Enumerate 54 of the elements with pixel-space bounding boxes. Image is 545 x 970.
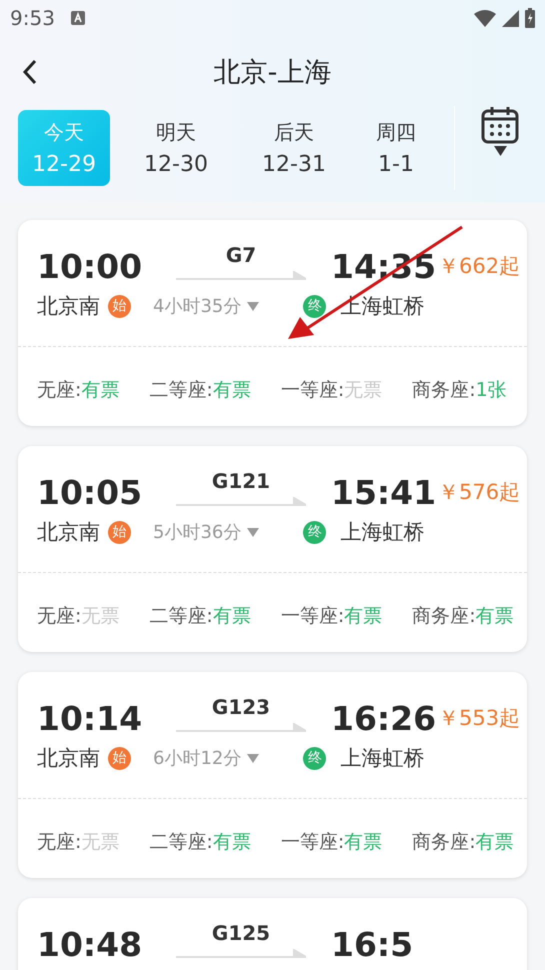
dropdown-icon[interactable] xyxy=(247,528,260,536)
battery-icon xyxy=(525,8,535,28)
signal-icon xyxy=(502,10,519,26)
date-tab[interactable]: 明天 12-30 xyxy=(130,110,222,186)
end-badge: 终 xyxy=(303,294,326,318)
departure-station: 北京南 xyxy=(37,293,100,320)
arrival-station: 上海虹桥 xyxy=(340,519,424,546)
end-badge: 终 xyxy=(303,520,326,544)
price: ￥576起 xyxy=(438,479,520,506)
date-tab[interactable]: 周四 1-1 xyxy=(366,110,426,186)
dropdown-icon[interactable] xyxy=(247,754,260,762)
train-card[interactable]: 10:48 G125 16:5 xyxy=(18,898,527,970)
dropdown-icon xyxy=(494,146,506,156)
departure-time: 10:14 xyxy=(37,698,144,738)
status-time: 9:53 xyxy=(10,6,55,30)
route-arrow-icon xyxy=(176,497,306,507)
departure-station: 北京南 xyxy=(37,745,100,772)
start-badge: 始 xyxy=(108,294,131,318)
back-icon[interactable] xyxy=(22,59,38,85)
dropdown-icon[interactable] xyxy=(247,302,260,310)
departure-station: 北京南 xyxy=(37,519,100,546)
wifi-icon xyxy=(474,9,496,27)
seat-availability: 二等座:有票 xyxy=(149,830,251,855)
train-number: G123 xyxy=(212,695,270,719)
route-arrow-icon xyxy=(176,949,306,959)
train-number: G7 xyxy=(226,243,256,267)
arrival-station: 上海虹桥 xyxy=(340,745,424,772)
seat-availability: 二等座:有票 xyxy=(149,604,251,629)
route-arrow-icon xyxy=(176,271,306,281)
page-title: 北京-上海 xyxy=(214,56,332,90)
seat-availability: 一等座:有票 xyxy=(280,830,382,855)
seat-availability: 商务座:有票 xyxy=(412,604,514,629)
seat-availability: 商务座:有票 xyxy=(412,830,514,855)
departure-time: 10:48 xyxy=(37,924,144,964)
date-tab[interactable]: 后天 12-31 xyxy=(248,110,340,186)
train-number: G125 xyxy=(212,921,270,945)
arrival-time: 16:26 xyxy=(331,698,436,738)
route-arrow-icon xyxy=(176,723,306,733)
calendar-icon[interactable] xyxy=(481,106,519,144)
seat-availability: 二等座:有票 xyxy=(149,378,251,403)
arrival-time: 16:5 xyxy=(331,924,414,964)
arrival-time: 15:41 xyxy=(331,472,436,512)
seat-availability: 商务座:1张 xyxy=(412,378,507,403)
start-badge: 始 xyxy=(108,746,131,770)
end-badge: 终 xyxy=(303,746,326,770)
price: ￥662起 xyxy=(438,253,520,280)
departure-time: 10:05 xyxy=(37,472,144,512)
start-badge: 始 xyxy=(108,520,131,544)
departure-time: 10:00 xyxy=(37,246,144,286)
notification-icon xyxy=(70,11,85,25)
train-number: G121 xyxy=(212,469,270,493)
price: ￥553起 xyxy=(438,705,520,732)
seat-availability: 无座:有票 xyxy=(37,378,120,403)
seat-availability: 一等座:有票 xyxy=(280,604,382,629)
